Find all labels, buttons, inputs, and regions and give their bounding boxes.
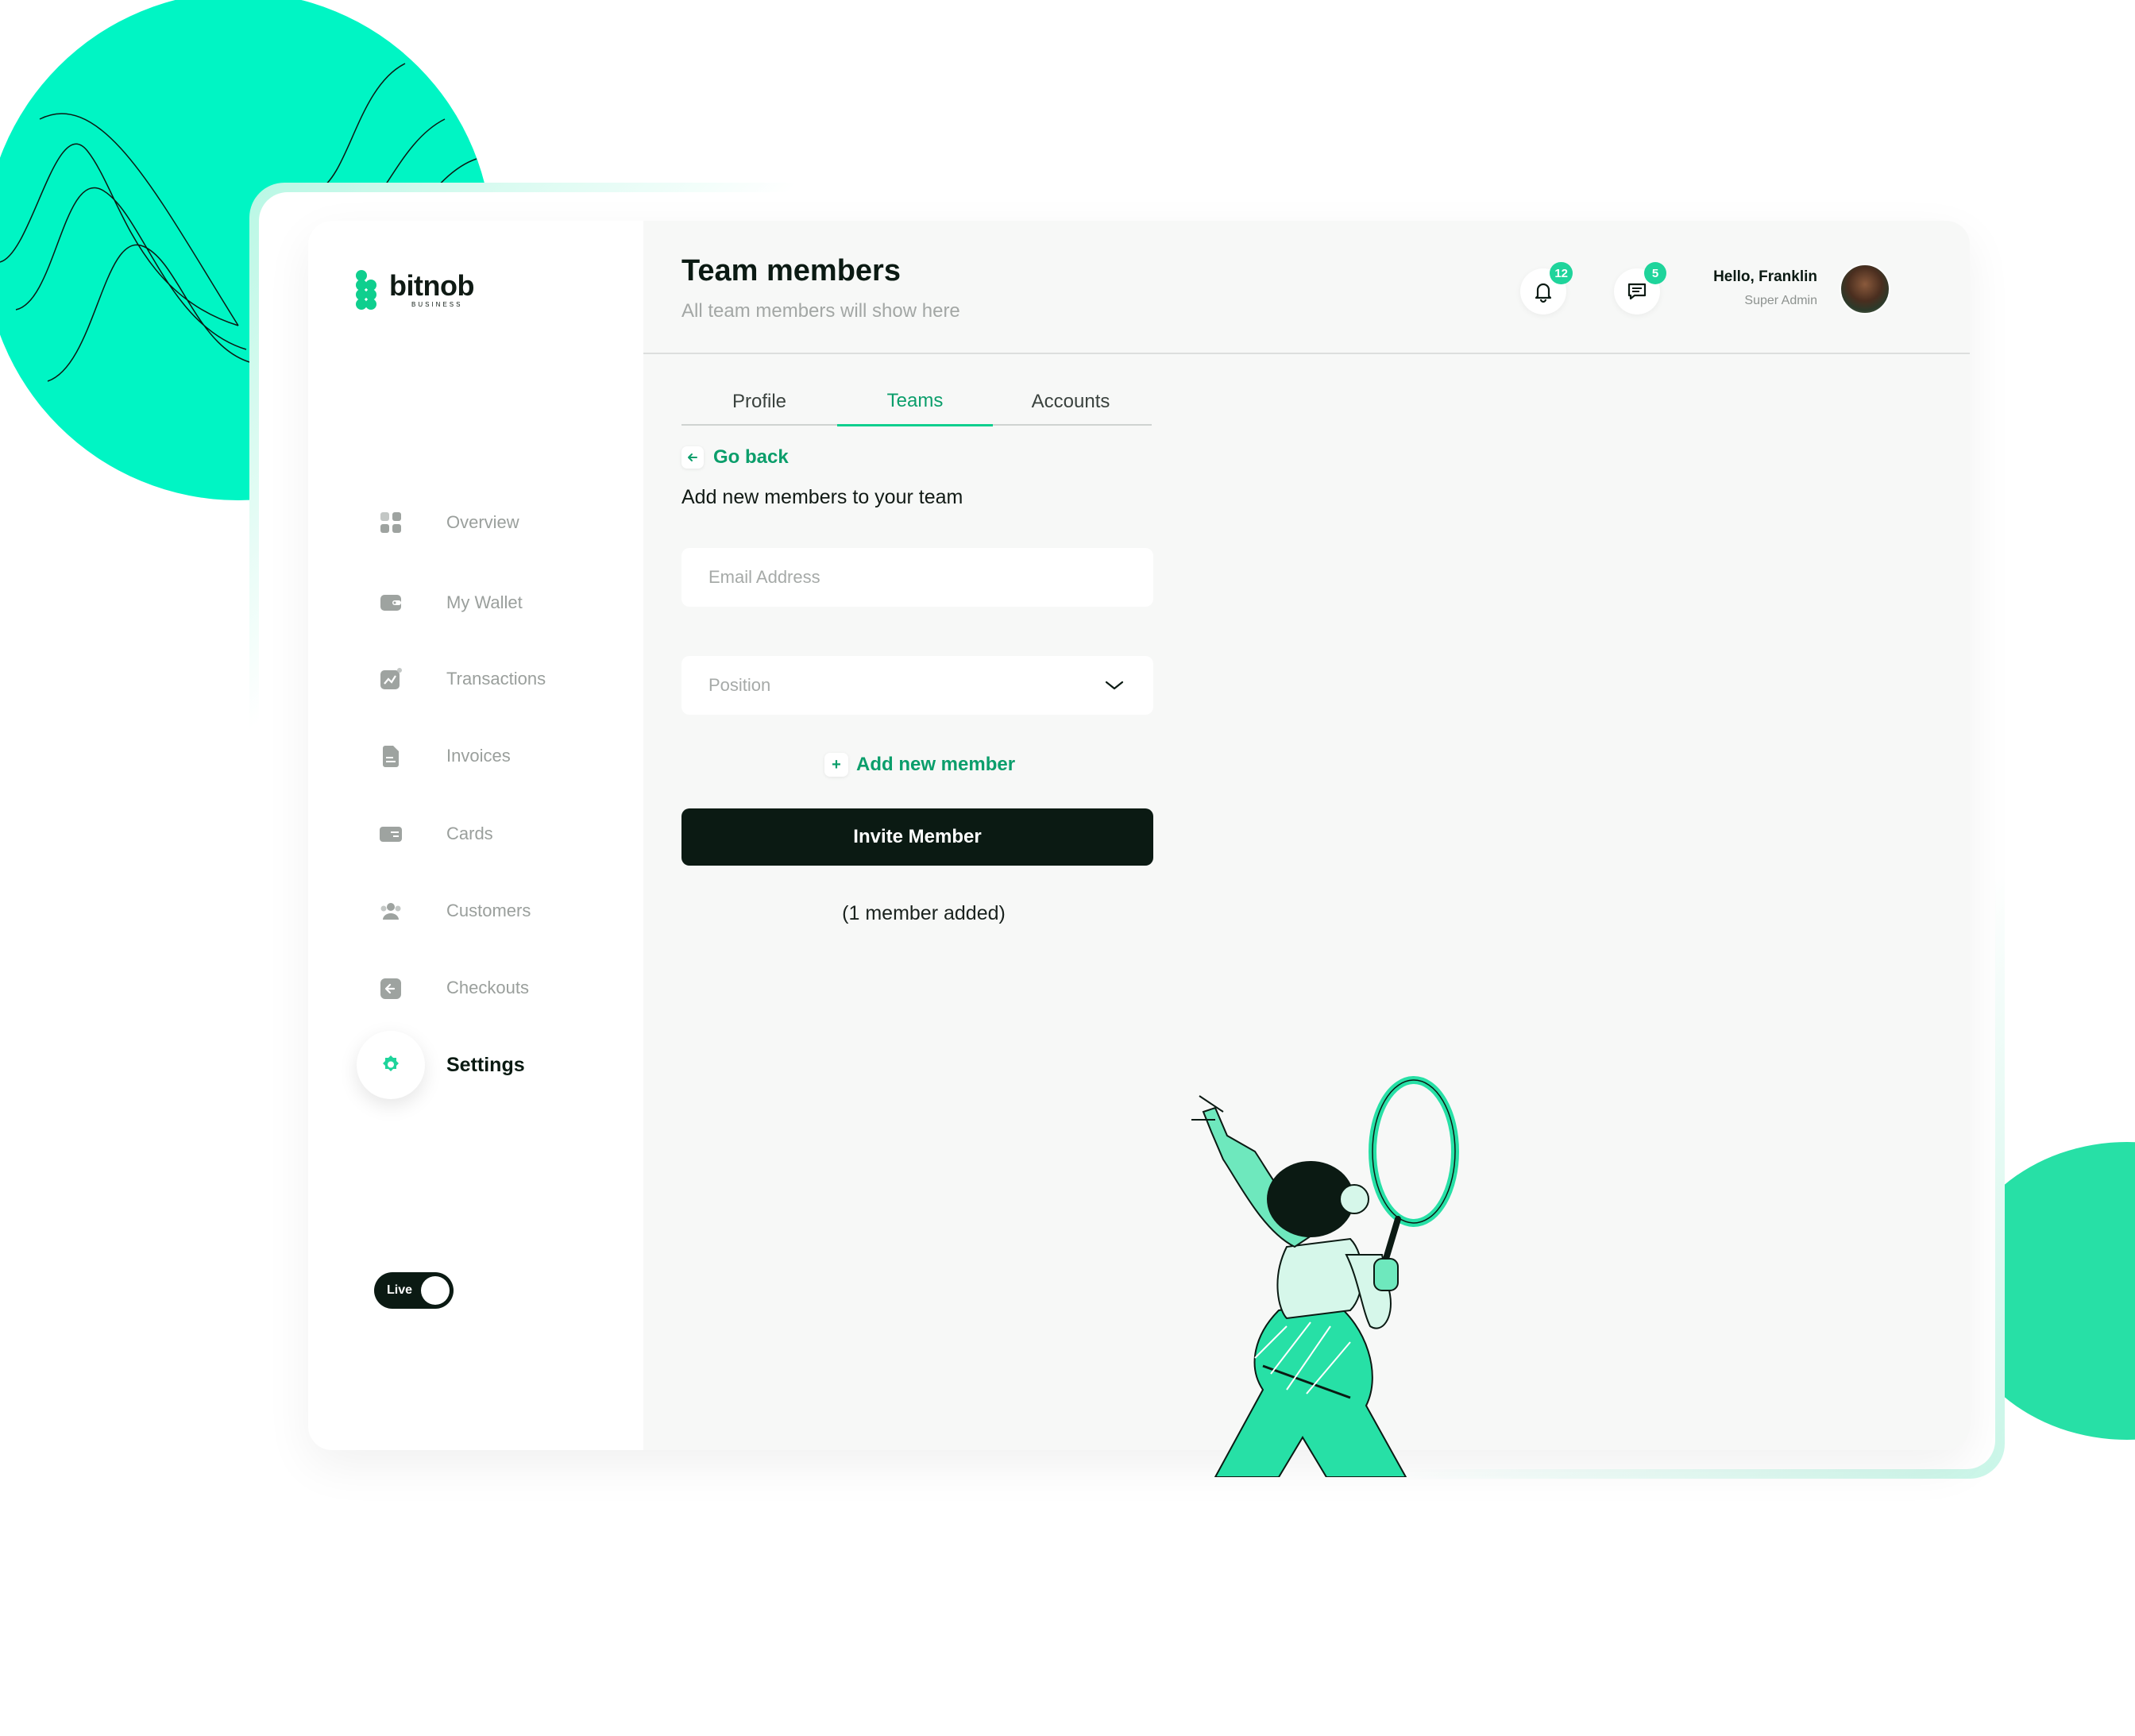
arrow-left-icon xyxy=(681,446,704,469)
notifications-button[interactable]: 12 xyxy=(1520,262,1573,314)
page-subtitle: All team members will show here xyxy=(681,300,960,322)
avatar[interactable] xyxy=(1840,264,1890,314)
sidebar-item-cards[interactable]: Cards xyxy=(372,810,626,858)
chart-icon xyxy=(372,660,410,698)
page-title: Team members xyxy=(681,254,901,287)
plus-icon: + xyxy=(824,753,848,777)
invite-member-button[interactable]: Invite Member xyxy=(681,808,1153,866)
sidebar-item-label: Settings xyxy=(446,1053,525,1076)
add-new-member-label: Add new member xyxy=(856,754,1016,775)
tab-bar: Profile Teams Accounts xyxy=(681,378,1152,426)
brand-logo[interactable]: bitnob BUSINESS xyxy=(353,270,474,310)
bell-icon xyxy=(1535,283,1552,303)
position-placeholder: Position xyxy=(708,675,771,695)
sidebar-item-label: Invoices xyxy=(446,746,511,766)
document-icon xyxy=(372,737,410,775)
user-greeting[interactable]: Hello, Franklin Super Admin xyxy=(1713,268,1817,308)
notifications-badge: 12 xyxy=(1550,262,1573,284)
page: bitnob BUSINESS Overview My Wallet Trans… xyxy=(0,0,2135,1736)
sidebar-item-checkouts[interactable]: Checkouts xyxy=(372,964,626,1012)
checkout-icon xyxy=(372,969,410,1007)
app-window: bitnob BUSINESS Overview My Wallet Trans… xyxy=(308,221,1970,1450)
add-new-member-button[interactable]: + Add new member xyxy=(824,753,1015,777)
sidebar-item-label: Transactions xyxy=(446,669,546,689)
tab-accounts[interactable]: Accounts xyxy=(993,378,1149,426)
wallet-icon xyxy=(372,584,410,622)
go-back-link[interactable]: Go back xyxy=(681,446,789,469)
sidebar-item-label: My Wallet xyxy=(446,592,523,612)
live-toggle-label: Live xyxy=(387,1283,413,1297)
user-role: Super Admin xyxy=(1744,294,1817,307)
sidebar-item-customers[interactable]: Customers xyxy=(372,887,626,935)
email-field[interactable] xyxy=(681,548,1153,607)
gear-icon xyxy=(357,1031,425,1099)
sidebar-item-label: Customers xyxy=(446,901,531,920)
card-icon xyxy=(372,815,410,853)
sidebar-item-invoices[interactable]: Invoices xyxy=(372,732,626,780)
brand-name: bitnob xyxy=(389,269,474,302)
sidebar-item-label: Overview xyxy=(446,512,519,532)
position-select[interactable]: Position xyxy=(681,656,1153,715)
live-mode-toggle[interactable]: Live xyxy=(374,1272,454,1309)
messages-button[interactable]: 5 xyxy=(1614,262,1666,314)
sidebar-item-label: Checkouts xyxy=(446,978,529,997)
grid-icon xyxy=(372,503,410,542)
form-intro: Add new members to your team xyxy=(681,486,963,508)
sidebar-item-my-wallet[interactable]: My Wallet xyxy=(372,579,626,627)
go-back-label: Go back xyxy=(713,446,789,468)
chevron-down-icon xyxy=(1105,681,1124,690)
sidebar-item-transactions[interactable]: Transactions xyxy=(372,655,626,703)
toggle-knob xyxy=(421,1276,450,1305)
messages-badge: 5 xyxy=(1644,262,1666,284)
sidebar-item-overview[interactable]: Overview xyxy=(372,499,626,546)
sidebar-item-settings[interactable]: Settings xyxy=(357,1031,626,1099)
sidebar-item-label: Cards xyxy=(446,824,493,843)
users-icon xyxy=(372,892,410,930)
brand-tagline: BUSINESS xyxy=(411,301,463,308)
logo-mark-icon xyxy=(353,270,381,310)
chat-icon xyxy=(1627,283,1647,300)
sidebar: bitnob BUSINESS Overview My Wallet Trans… xyxy=(308,221,643,1450)
tab-profile[interactable]: Profile xyxy=(681,378,837,426)
user-name: Hello, Franklin xyxy=(1713,268,1817,285)
page-header: Team members All team members will show … xyxy=(643,221,1970,354)
member-count-text: (1 member added) xyxy=(842,902,1006,924)
person-with-magnifier-illustration xyxy=(1191,1076,1459,1477)
tab-teams[interactable]: Teams xyxy=(837,378,993,426)
